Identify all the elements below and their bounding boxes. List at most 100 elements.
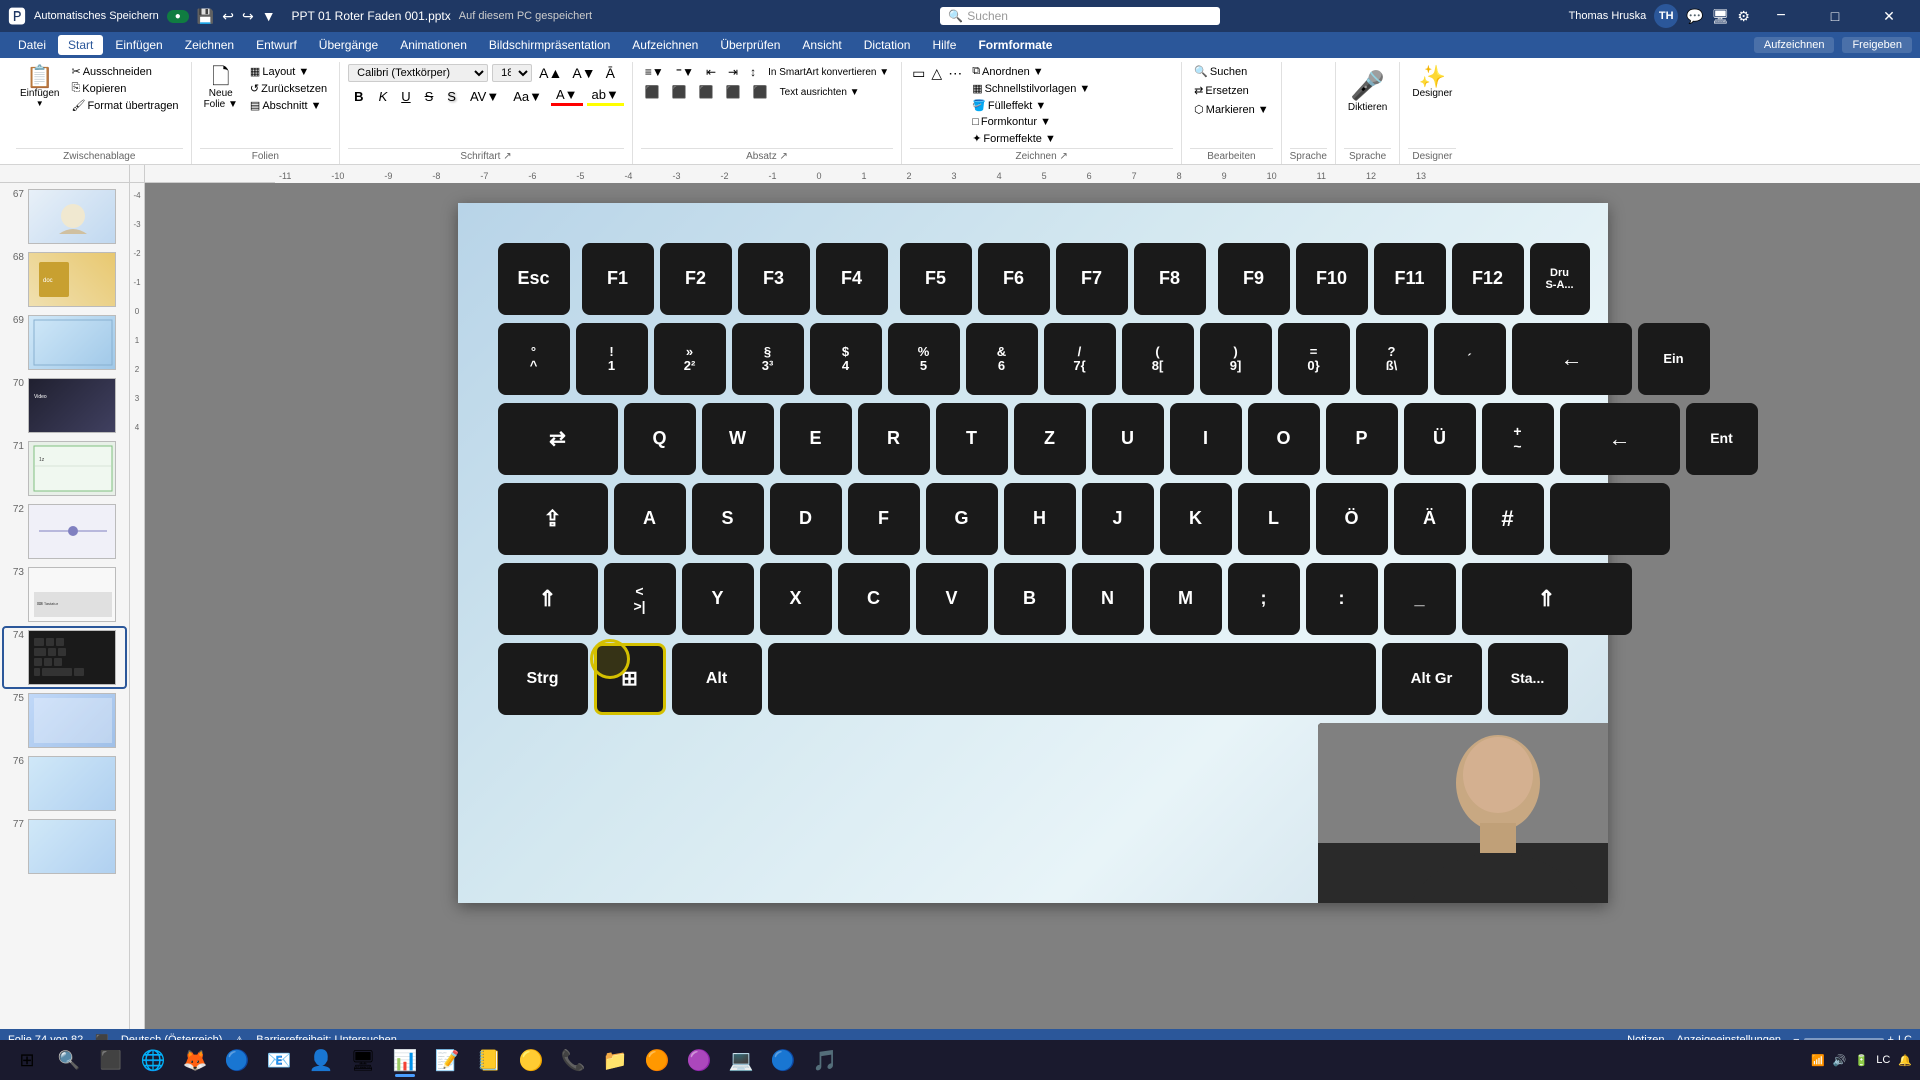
taskbar-word-btn[interactable]: 📝 bbox=[428, 1041, 466, 1079]
taskbar-file-btn[interactable]: 📁 bbox=[596, 1041, 634, 1079]
toolbar-save-icon[interactable]: 💾 bbox=[197, 8, 214, 25]
bold-btn[interactable]: B bbox=[348, 87, 369, 106]
present-icon[interactable]: 🖥 bbox=[1712, 8, 1730, 25]
taskbar-chrome-btn[interactable]: 🔵 bbox=[218, 1041, 256, 1079]
taskbar-powerpoint-btn[interactable]: 📊 bbox=[386, 1041, 424, 1079]
shape-rect[interactable]: ▭ bbox=[910, 64, 927, 83]
menu-item-ueberpruefen[interactable]: Überprüfen bbox=[710, 35, 790, 55]
highlight-color-btn[interactable]: ab▼ bbox=[587, 86, 624, 106]
ribbon-btn-layout[interactable]: ▦ Layout ▼ bbox=[246, 64, 331, 79]
italic-btn[interactable]: K bbox=[374, 88, 393, 105]
taskbar-app4-btn[interactable]: 💻 bbox=[722, 1041, 760, 1079]
ribbon-btn-anordnen[interactable]: ⧉ Anordnen ▼ bbox=[968, 64, 1094, 79]
convert-smartart-btn[interactable]: In SmartArt konvertieren ▼ bbox=[764, 66, 893, 79]
autosave-switch[interactable]: ● bbox=[167, 10, 189, 23]
slide-thumb-74[interactable]: 74 bbox=[4, 628, 125, 687]
taskbar-network-icon[interactable]: 📶 bbox=[1811, 1054, 1825, 1067]
align-center-btn[interactable]: ⬛ bbox=[668, 84, 691, 100]
ribbon-btn-fuelleffekt[interactable]: 🪣 Fülleffekt ▼ bbox=[968, 98, 1094, 113]
toolbar-undo-icon[interactable]: ↩ bbox=[222, 8, 234, 25]
taskbar-sound-icon[interactable]: 🔊 bbox=[1833, 1054, 1847, 1067]
ribbon-btn-schnellstile[interactable]: ▦ Schnellstilvorlagen ▼ bbox=[968, 81, 1094, 96]
taskbar-onenote-btn[interactable]: 📒 bbox=[470, 1041, 508, 1079]
menu-item-hilfe[interactable]: Hilfe bbox=[922, 35, 966, 55]
bullets-btn[interactable]: ≡▼ bbox=[641, 64, 668, 80]
minimize-button[interactable]: − bbox=[1758, 0, 1804, 32]
taskbar-app5-btn[interactable]: 🔵 bbox=[764, 1041, 802, 1079]
font-size-select[interactable]: 18 bbox=[492, 64, 532, 82]
slide-thumb-75[interactable]: 75 bbox=[4, 691, 125, 750]
ribbon-btn-formeffekte[interactable]: ✦ Formeffekte ▼ bbox=[968, 131, 1094, 146]
taskbar-search-btn[interactable]: 🔍 bbox=[50, 1041, 88, 1079]
menu-item-einfuegen[interactable]: Einfügen bbox=[105, 35, 172, 55]
taskbar-teams-btn[interactable]: 🖥 bbox=[344, 1041, 382, 1079]
taskbar-app2-btn[interactable]: 🟠 bbox=[638, 1041, 676, 1079]
menu-item-uebergaenge[interactable]: Übergänge bbox=[309, 35, 388, 55]
text-direction-btn[interactable]: ↕ bbox=[746, 64, 760, 80]
record-btn[interactable]: Aufzeichnen bbox=[1754, 37, 1835, 53]
dictation-btn[interactable]: Diktieren bbox=[1348, 102, 1387, 113]
search-box[interactable]: 🔍 Suchen bbox=[940, 7, 1220, 25]
taskbar-notification-btn[interactable]: 🔔 bbox=[1898, 1054, 1912, 1067]
autosave-toggle[interactable]: Automatisches Speichern bbox=[34, 10, 159, 22]
taskbar-sticky-btn[interactable]: 🟡 bbox=[512, 1041, 550, 1079]
font-color-btn[interactable]: A▼ bbox=[551, 86, 583, 106]
menu-item-entwurf[interactable]: Entwurf bbox=[246, 35, 307, 55]
slide-thumb-71[interactable]: 71 1z bbox=[4, 439, 125, 498]
align-justify-btn[interactable]: ⬛ bbox=[722, 84, 745, 100]
font-name-select[interactable]: Calibri (Textkörper) bbox=[348, 64, 488, 82]
ribbon-btn-formkontur[interactable]: □ Formkontur ▼ bbox=[968, 115, 1094, 129]
slide-thumb-68[interactable]: 68 doc bbox=[4, 250, 125, 309]
menu-item-start[interactable]: Start bbox=[58, 35, 103, 55]
slide-thumb-77[interactable]: 77 bbox=[4, 817, 125, 876]
taskbar-start-btn[interactable]: ⊞ bbox=[8, 1041, 46, 1079]
user-avatar[interactable]: TH bbox=[1654, 4, 1678, 28]
ribbon-btn-einfuegen[interactable]: 📋 Einfügen ▼ bbox=[16, 64, 63, 110]
ribbon-btn-abschnitt[interactable]: ▤ Abschnitt ▼ bbox=[246, 98, 331, 113]
taskbar-task-view-btn[interactable]: ⬛ bbox=[92, 1041, 130, 1079]
strikethrough-btn[interactable]: S bbox=[420, 88, 439, 105]
taskbar-app6-btn[interactable]: 🎵 bbox=[806, 1041, 844, 1079]
taskbar-mail-btn[interactable]: 📧 bbox=[260, 1041, 298, 1079]
increase-font-icon[interactable]: A▲ bbox=[536, 64, 565, 82]
menu-item-ansicht[interactable]: Ansicht bbox=[792, 35, 851, 55]
clear-format-icon[interactable]: Ā bbox=[603, 64, 618, 82]
shape-triangle[interactable]: △ bbox=[929, 64, 944, 83]
slide-thumb-69[interactable]: 69 bbox=[4, 313, 125, 372]
decrease-font-icon[interactable]: A▼ bbox=[569, 64, 598, 82]
menu-item-formformate[interactable]: Formformate bbox=[968, 35, 1062, 55]
settings-icon[interactable]: ⚙ bbox=[1737, 8, 1750, 25]
toolbar-redo-icon[interactable]: ↪ bbox=[242, 8, 254, 25]
slide-thumb-70[interactable]: 70 Video bbox=[4, 376, 125, 435]
toolbar-more-icon[interactable]: ▼ bbox=[262, 8, 276, 24]
menu-item-aufzeichnen[interactable]: Aufzeichnen bbox=[622, 35, 708, 55]
numbering-btn[interactable]: ⁼▼ bbox=[672, 64, 698, 80]
underline-btn[interactable]: U bbox=[396, 88, 415, 105]
char-spacing-btn[interactable]: AV▼ bbox=[465, 88, 504, 105]
ribbon-btn-kopieren[interactable]: ⎘ Kopieren bbox=[67, 81, 182, 96]
ribbon-btn-neue-folie[interactable]: 🗋 NeueFolie ▼ bbox=[200, 64, 242, 112]
ribbon-btn-ersetzen[interactable]: ⇄ Ersetzen bbox=[1190, 83, 1253, 98]
columns-btn[interactable]: ⬛ bbox=[749, 84, 772, 100]
ribbon-btn-format[interactable]: 🖌 Format übertragen bbox=[67, 98, 182, 113]
ribbon-btn-markieren[interactable]: ⬡ Markieren ▼ bbox=[1190, 102, 1272, 117]
taskbar-skype-btn[interactable]: 📞 bbox=[554, 1041, 592, 1079]
menu-item-dictation[interactable]: Dictation bbox=[854, 35, 921, 55]
menu-item-bildschirm[interactable]: Bildschirmpräsentation bbox=[479, 35, 620, 55]
ribbon-btn-zuruecksetzen[interactable]: ↺ Zurücksetzen bbox=[246, 81, 331, 96]
menu-item-animationen[interactable]: Animationen bbox=[390, 35, 477, 55]
canvas-area[interactable]: Esc F1 F2 F3 F4 F5 F6 F7 F8 F9 F10 F11 F… bbox=[145, 183, 1920, 1029]
align-left-btn[interactable]: ⬛ bbox=[641, 84, 664, 100]
slide-canvas[interactable]: Esc F1 F2 F3 F4 F5 F6 F7 F8 F9 F10 F11 F… bbox=[458, 203, 1608, 903]
ribbon-btn-designer[interactable]: ✨ Designer bbox=[1408, 64, 1456, 101]
slide-thumb-72[interactable]: 72 bbox=[4, 502, 125, 561]
taskbar-battery-icon[interactable]: 🔋 bbox=[1855, 1054, 1869, 1067]
shadow-btn[interactable]: S bbox=[442, 88, 461, 105]
taskbar-firefox-btn[interactable]: 🦊 bbox=[176, 1041, 214, 1079]
align-right-btn[interactable]: ⬛ bbox=[695, 84, 718, 100]
ribbon-btn-suchen[interactable]: 🔍 Suchen bbox=[1190, 64, 1251, 79]
text-align-btn[interactable]: Text ausrichten ▼ bbox=[776, 86, 864, 99]
taskbar-app3-btn[interactable]: 🟣 bbox=[680, 1041, 718, 1079]
shape-more[interactable]: ⋯ bbox=[946, 64, 964, 83]
close-button[interactable]: ✕ bbox=[1866, 0, 1912, 32]
